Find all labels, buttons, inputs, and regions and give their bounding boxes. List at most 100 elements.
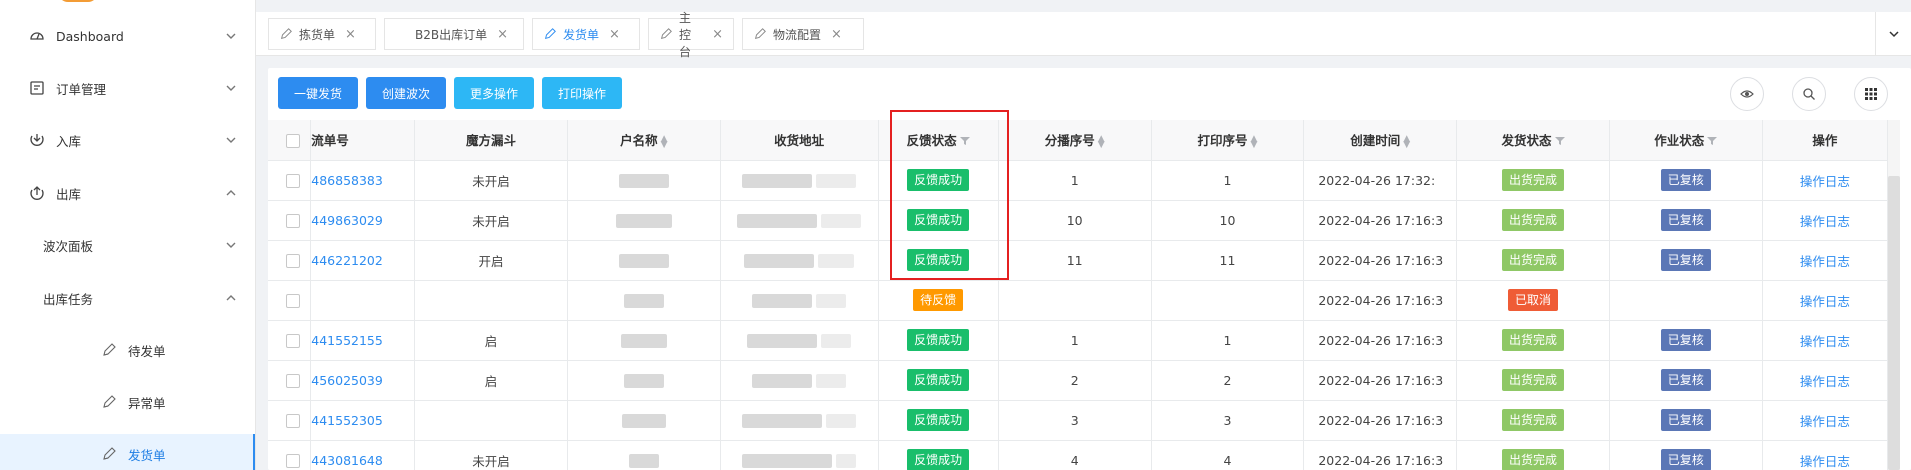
filter-icon[interactable]: [959, 134, 970, 149]
order-icon: [28, 79, 46, 97]
split-seq-cell: 2: [998, 360, 1152, 401]
sidebar-item-2[interactable]: 入库: [0, 120, 255, 160]
table-row[interactable]: 441552305 反馈成功 3 3 2022-04-26 17:16:3 出货完成 已复核…: [268, 400, 1888, 441]
operation-log-link[interactable]: 操作日志: [1800, 294, 1850, 309]
tab-4[interactable]: 物流配置 ×: [742, 18, 864, 50]
tracking-no-link[interactable]: 443081648: [311, 453, 383, 468]
sort-icon[interactable]: ▲ ▼: [1251, 134, 1258, 149]
address-cell: [720, 400, 879, 441]
chevron-down-icon[interactable]: [224, 29, 238, 43]
close-icon[interactable]: ×: [712, 27, 723, 42]
table-row[interactable]: 486858383 未开启 反馈成功 1 1 2022-04-26 17:32: 出货完成 已…: [268, 160, 1888, 201]
close-icon[interactable]: ×: [497, 27, 508, 42]
tracking-no-link[interactable]: 449863029: [311, 213, 383, 228]
table-row[interactable]: 449863029 未开启 反馈成功 10 10 2022-04-26 17:16:3 出货…: [268, 200, 1888, 241]
tracking-no-link[interactable]: 486858383: [311, 173, 383, 188]
tracking-no-link[interactable]: 441552155: [311, 333, 383, 348]
chevron-down-icon[interactable]: [224, 238, 238, 252]
operation-log-link[interactable]: 操作日志: [1800, 414, 1850, 429]
operation-log-link[interactable]: 操作日志: [1800, 174, 1850, 189]
scrollbar-thumb[interactable]: [1888, 176, 1900, 470]
tab-label: 发货单: [563, 27, 600, 42]
funnel-cell: 未开启: [414, 200, 568, 241]
row-checkbox[interactable]: [286, 333, 300, 348]
tab-3[interactable]: 主控台 ×: [648, 11, 734, 59]
sidebar-item-1[interactable]: 订单管理: [0, 68, 255, 108]
sort-icon[interactable]: ▲ ▼: [661, 134, 668, 149]
col-created-time[interactable]: 创建时间 ▲ ▼: [1303, 120, 1458, 161]
chevron-up-icon[interactable]: [224, 186, 238, 200]
search-button[interactable]: [1792, 77, 1826, 111]
sidebar-item-6[interactable]: 待发单: [0, 330, 255, 370]
col-split-seq[interactable]: 分播序号 ▲ ▼: [998, 120, 1152, 161]
print-seq-cell: 4: [1151, 440, 1305, 470]
feedback-status-badge: 反馈成功: [907, 209, 970, 231]
tracking-no-link[interactable]: 446221202: [311, 253, 383, 268]
sort-icon[interactable]: ▲ ▼: [1098, 134, 1105, 149]
print-seq-value: 1: [1223, 332, 1232, 348]
col-ship-status[interactable]: 发货状态: [1456, 120, 1610, 161]
tab-1[interactable]: B2B出库订单 ×: [384, 18, 524, 50]
one-click-ship-button[interactable]: 一键发货: [278, 77, 358, 109]
customer-cell: [567, 240, 721, 281]
print-actions-button[interactable]: 打印操作: [542, 77, 622, 109]
select-all-checkbox[interactable]: [286, 133, 300, 148]
filter-icon[interactable]: [1554, 134, 1565, 149]
create-wave-button[interactable]: 创建波次: [366, 77, 446, 109]
col-work-status[interactable]: 作业状态: [1609, 120, 1763, 161]
sidebar-item-label: 待发单: [128, 343, 166, 359]
close-icon[interactable]: ×: [831, 27, 842, 42]
operation-log-link[interactable]: 操作日志: [1800, 214, 1850, 229]
tabs-dropdown-button[interactable]: [1875, 12, 1911, 56]
row-checkbox[interactable]: [286, 453, 300, 468]
sidebar-item-8[interactable]: 发货单: [0, 434, 255, 470]
tracking-no-link[interactable]: 441552305: [311, 413, 383, 428]
sidebar-item-7[interactable]: 异常单: [0, 382, 255, 422]
operation-log-link[interactable]: 操作日志: [1800, 454, 1850, 469]
tab-0[interactable]: 拣货单 ×: [268, 18, 376, 50]
more-actions-button[interactable]: 更多操作: [454, 77, 534, 109]
sidebar-item-label: 订单管理: [56, 81, 107, 97]
ship-status-cell: 出货完成: [1456, 320, 1610, 361]
sidebar-item-5[interactable]: 出库任务: [0, 278, 255, 318]
print-seq-cell: [1151, 280, 1305, 321]
column-settings-button[interactable]: [1854, 77, 1888, 111]
shipping-table: 流单号 魔方漏斗 户名称 ▲ ▼ 收货地址 反馈状态 分播序号 ▲ ▼ 打印序号 ▲ ▼ 创…: [268, 120, 1888, 470]
row-checkbox[interactable]: [286, 213, 300, 228]
close-icon[interactable]: ×: [345, 27, 356, 42]
col-feedback[interactable]: 反馈状态: [878, 120, 999, 161]
row-checkbox[interactable]: [286, 253, 300, 268]
sort-icon[interactable]: ▲ ▼: [1403, 134, 1410, 149]
funnel-value: 未开启: [472, 213, 510, 229]
sidebar-item-label: 异常单: [128, 395, 166, 411]
tab-2[interactable]: 发货单 ×: [532, 18, 640, 50]
chevron-up-icon[interactable]: [224, 291, 238, 305]
operation-log-link[interactable]: 操作日志: [1800, 374, 1850, 389]
close-icon[interactable]: ×: [609, 27, 620, 42]
sidebar-item-3[interactable]: 出库: [0, 173, 255, 213]
tracking-no-link[interactable]: 456025039: [311, 373, 383, 388]
col-print-seq[interactable]: 打印序号 ▲ ▼: [1151, 120, 1305, 161]
operation-log-link[interactable]: 操作日志: [1800, 254, 1850, 269]
address-cell: [720, 160, 879, 201]
operation-log-link[interactable]: 操作日志: [1800, 334, 1850, 349]
table-row[interactable]: 待反馈 2022-04-26 17:16:3 已取消 操作日志: [268, 280, 1888, 321]
feedback-status-badge: 反馈成功: [907, 329, 970, 351]
table-row[interactable]: 443081648 未开启 反馈成功 4 4 2022-04-26 17:16:3 出货完成…: [268, 440, 1888, 470]
dashboard-icon: [28, 27, 46, 45]
chevron-down-icon[interactable]: [224, 81, 238, 95]
table-row[interactable]: 441552155 启 反馈成功 1 1 2022-04-26 17:16:3 出货完成 已复…: [268, 320, 1888, 361]
sidebar-item-0[interactable]: Dashboard: [0, 16, 255, 56]
row-checkbox[interactable]: [286, 373, 300, 388]
chevron-down-icon[interactable]: [224, 133, 238, 147]
sidebar-item-4[interactable]: 波次面板: [0, 225, 255, 265]
table-row[interactable]: 456025039 启 反馈成功 2 2 2022-04-26 17:16:3 出货完成 已复…: [268, 360, 1888, 401]
table-row[interactable]: 446221202 开启 反馈成功 11 11 2022-04-26 17:16:3 出货完…: [268, 240, 1888, 281]
col-actions: 操作: [1762, 120, 1888, 161]
row-checkbox[interactable]: [286, 293, 300, 308]
row-checkbox[interactable]: [286, 413, 300, 428]
row-checkbox[interactable]: [286, 173, 300, 188]
col-customer[interactable]: 户名称 ▲ ▼: [567, 120, 721, 161]
filter-icon[interactable]: [1707, 134, 1718, 149]
view-toggle-button[interactable]: [1730, 77, 1764, 111]
